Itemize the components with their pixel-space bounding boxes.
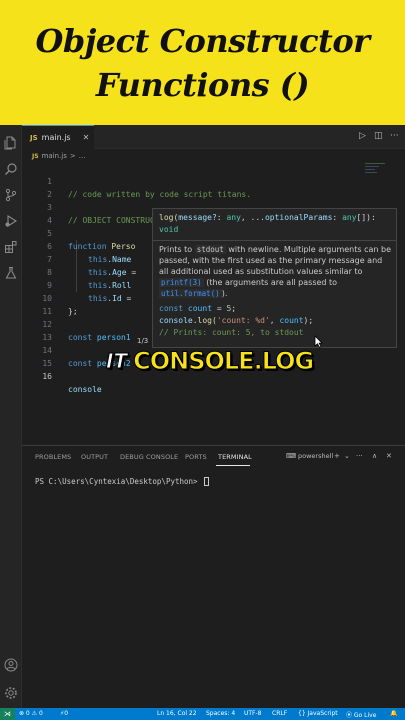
hover-example-code: const count = 5; console.log('count: %d'… bbox=[159, 304, 314, 337]
code-line: 1 // code written by code script titans. bbox=[47, 177, 252, 199]
ports-count[interactable]: ⚡0 bbox=[60, 710, 68, 717]
console-log-overlay: IT CONSOLE.LOG bbox=[105, 345, 315, 377]
vscode-window: JS main.js ✕ ▷ ◫ ··· JS main.js > ... 1 … bbox=[0, 125, 405, 720]
util-format-link[interactable]: util.format() bbox=[159, 289, 222, 298]
search-icon[interactable] bbox=[3, 161, 19, 177]
language-mode[interactable]: {} JavaScript bbox=[298, 710, 338, 717]
breadcrumb-symbol[interactable]: ... bbox=[79, 152, 86, 160]
breadcrumb-file[interactable]: main.js bbox=[42, 152, 67, 160]
tab-debug-console[interactable]: DEBUG CONSOLE bbox=[120, 453, 178, 461]
hover-documentation-popup[interactable]: log(message?: any, ...optionalParams: an… bbox=[152, 208, 397, 348]
close-icon[interactable]: ✕ bbox=[83, 133, 90, 142]
banner-title-line1: Object Constructor bbox=[35, 21, 370, 60]
gear-icon[interactable] bbox=[3, 685, 19, 701]
overlay-prefix: IT bbox=[105, 349, 128, 374]
tab-ports[interactable]: PORTS bbox=[185, 453, 207, 461]
terminal-prompt[interactable]: PS C:\Users\Cyntexia\Desktop\Python> bbox=[35, 477, 210, 486]
explorer-icon[interactable] bbox=[3, 135, 19, 151]
chevron-down-icon[interactable]: ⌄ bbox=[344, 452, 350, 460]
overload-counter[interactable]: 1/3 bbox=[137, 337, 148, 345]
tab-terminal[interactable]: TERMINAL bbox=[218, 453, 252, 461]
editor-tab-bar: JS main.js ✕ ▷ ◫ ··· bbox=[22, 125, 405, 149]
more-actions-icon[interactable]: ··· bbox=[390, 131, 399, 141]
more-actions-icon[interactable]: ··· bbox=[356, 452, 363, 460]
go-live-button[interactable]: ⦿ Go Live bbox=[346, 710, 376, 719]
code-line: 3 // OBJECT CONSTRUCTOR FUNCTIONS bbox=[47, 203, 218, 225]
testing-icon[interactable] bbox=[3, 265, 19, 281]
run-file-icon[interactable]: ▷ bbox=[359, 131, 366, 141]
panel-tabs: PROBLEMS OUTPUT DEBUG CONSOLE PORTS TERM… bbox=[22, 446, 405, 468]
maximize-panel-icon[interactable]: ∧ bbox=[372, 452, 377, 460]
javascript-file-icon: JS bbox=[32, 152, 39, 160]
remote-icon[interactable]: ⋊ bbox=[0, 708, 15, 720]
tab-label: main.js bbox=[41, 133, 71, 142]
title-banner: Object Constructor Functions () bbox=[0, 0, 405, 125]
hover-signature: log(message?: any, ...optionalParams: an… bbox=[159, 213, 376, 234]
extensions-icon[interactable] bbox=[3, 239, 19, 255]
split-editor-icon[interactable]: ◫ bbox=[374, 131, 383, 141]
new-terminal-icon[interactable]: + bbox=[334, 452, 340, 460]
terminal-icon: ⌨ bbox=[286, 452, 297, 460]
terminal-cursor bbox=[204, 477, 210, 486]
tab-output[interactable]: OUTPUT bbox=[81, 453, 108, 461]
cursor-position[interactable]: Ln 16, Col 22 bbox=[157, 710, 197, 717]
status-bar: ⋊ ⊗ 0 ⚠ 0 ⚡0 Ln 16, Col 22 Spaces: 4 UTF… bbox=[0, 708, 405, 720]
run-debug-icon[interactable] bbox=[3, 213, 19, 229]
activity-bar bbox=[0, 125, 22, 708]
line-ending[interactable]: CRLF bbox=[272, 710, 287, 717]
printf-link[interactable]: printf(3) bbox=[159, 278, 204, 287]
close-icon[interactable]: ✕ bbox=[386, 452, 392, 460]
javascript-file-icon: JS bbox=[30, 133, 38, 142]
account-icon[interactable] bbox=[3, 657, 19, 673]
banner-title-line2: Functions () bbox=[95, 65, 310, 104]
code-line: 2 bbox=[47, 190, 52, 199]
bell-icon[interactable]: 🔔 bbox=[390, 710, 397, 717]
hover-description: Prints to stdout with newline. Multiple … bbox=[159, 245, 391, 298]
bottom-panel: PROBLEMS OUTPUT DEBUG CONSOLE PORTS TERM… bbox=[22, 445, 405, 708]
tab-problems[interactable]: PROBLEMS bbox=[35, 453, 71, 461]
encoding[interactable]: UTF-8 bbox=[244, 710, 262, 717]
tab-main-js[interactable]: JS main.js ✕ bbox=[22, 125, 94, 149]
shell-name[interactable]: powershell bbox=[298, 452, 333, 460]
indentation[interactable]: Spaces: 4 bbox=[206, 710, 235, 717]
mouse-pointer-icon bbox=[314, 335, 323, 348]
problems-count[interactable]: ⊗ 0 ⚠ 0 bbox=[19, 710, 43, 717]
overlay-text: CONSOLE.LOG bbox=[133, 347, 315, 376]
source-control-icon[interactable] bbox=[3, 187, 19, 203]
breadcrumb-separator: > bbox=[69, 152, 76, 160]
breadcrumb: JS main.js > ... bbox=[32, 150, 85, 162]
